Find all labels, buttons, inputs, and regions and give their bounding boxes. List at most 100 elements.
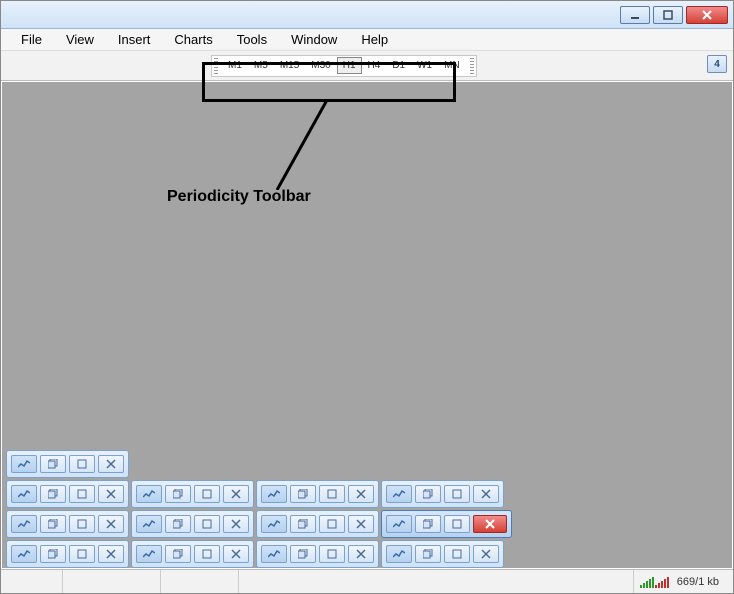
child-window[interactable] xyxy=(381,480,504,508)
toolbar-grip-icon[interactable] xyxy=(214,58,218,74)
toolbar-row: M1 M5 M15 M30 H1 H4 D1 W1 MN 4 xyxy=(1,51,733,81)
child-window[interactable] xyxy=(256,480,379,508)
child-window[interactable] xyxy=(6,540,129,568)
child-maximize-button[interactable] xyxy=(69,515,95,533)
child-window[interactable] xyxy=(6,450,129,478)
child-maximize-button[interactable] xyxy=(444,545,470,563)
child-restore-button[interactable] xyxy=(165,545,191,563)
annotation-arrow-icon xyxy=(267,100,347,190)
child-close-button[interactable] xyxy=(348,515,374,533)
chart-icon xyxy=(386,515,412,533)
chart-icon xyxy=(11,545,37,563)
child-maximize-button[interactable] xyxy=(69,545,95,563)
indicator-button[interactable]: 4 xyxy=(707,55,727,73)
timeframe-m1-button[interactable]: M1 xyxy=(222,57,248,74)
chart-icon xyxy=(11,485,37,503)
periodicity-toolbar: M1 M5 M15 M30 H1 H4 D1 W1 MN xyxy=(211,55,477,77)
timeframe-w1-button[interactable]: W1 xyxy=(411,57,438,74)
child-restore-button[interactable] xyxy=(415,515,441,533)
child-restore-button[interactable] xyxy=(165,515,191,533)
child-restore-button[interactable] xyxy=(415,545,441,563)
timeframe-d1-button[interactable]: D1 xyxy=(386,57,411,74)
chart-icon xyxy=(386,545,412,563)
timeframe-m5-button[interactable]: M5 xyxy=(248,57,274,74)
child-close-button[interactable] xyxy=(348,545,374,563)
menu-help[interactable]: Help xyxy=(351,30,398,49)
child-window[interactable] xyxy=(131,480,254,508)
statusbar: 669/1 kb xyxy=(1,569,733,593)
child-close-button[interactable] xyxy=(98,545,124,563)
window-maximize-button[interactable] xyxy=(653,6,683,24)
child-window[interactable] xyxy=(256,540,379,568)
child-window[interactable] xyxy=(6,510,129,538)
child-maximize-button[interactable] xyxy=(69,455,95,473)
annotation-label: Periodicity Toolbar xyxy=(167,188,311,206)
child-window[interactable] xyxy=(131,510,254,538)
signal-bars-icon xyxy=(640,576,669,588)
status-cell xyxy=(1,570,63,593)
child-window[interactable] xyxy=(6,480,129,508)
child-close-button[interactable] xyxy=(98,485,124,503)
toolbar-grip-icon[interactable] xyxy=(470,58,474,74)
status-cell xyxy=(161,570,239,593)
timeframe-h4-button[interactable]: H4 xyxy=(362,57,387,74)
child-window[interactable] xyxy=(381,540,504,568)
menu-insert[interactable]: Insert xyxy=(108,30,161,49)
child-restore-button[interactable] xyxy=(40,515,66,533)
child-close-button[interactable] xyxy=(223,485,249,503)
child-maximize-button[interactable] xyxy=(69,485,95,503)
menu-tools[interactable]: Tools xyxy=(227,30,277,49)
child-maximize-button[interactable] xyxy=(319,485,345,503)
child-close-button[interactable] xyxy=(223,515,249,533)
timeframe-mn-button[interactable]: MN xyxy=(438,57,466,74)
child-close-button[interactable] xyxy=(223,545,249,563)
child-maximize-button[interactable] xyxy=(444,485,470,503)
child-maximize-button[interactable] xyxy=(319,545,345,563)
child-restore-button[interactable] xyxy=(290,545,316,563)
chart-icon xyxy=(136,545,162,563)
child-window[interactable] xyxy=(131,540,254,568)
minimized-windows-area xyxy=(6,448,728,568)
child-close-button[interactable] xyxy=(473,485,499,503)
chart-icon xyxy=(11,515,37,533)
child-close-button[interactable] xyxy=(348,485,374,503)
child-maximize-button[interactable] xyxy=(194,485,220,503)
menu-file[interactable]: File xyxy=(11,30,52,49)
menu-window[interactable]: Window xyxy=(281,30,347,49)
window-close-button[interactable] xyxy=(686,6,728,24)
chart-icon xyxy=(11,455,37,473)
child-maximize-button[interactable] xyxy=(194,515,220,533)
status-traffic: 669/1 kb xyxy=(671,576,733,588)
child-restore-button[interactable] xyxy=(40,485,66,503)
child-restore-button[interactable] xyxy=(290,485,316,503)
child-restore-button[interactable] xyxy=(40,545,66,563)
child-close-button[interactable] xyxy=(98,515,124,533)
child-close-button[interactable] xyxy=(473,515,507,533)
child-restore-button[interactable] xyxy=(290,515,316,533)
child-close-button[interactable] xyxy=(473,545,499,563)
window-titlebar xyxy=(1,1,733,29)
menubar: File View Insert Charts Tools Window Hel… xyxy=(1,29,733,51)
connection-indicator xyxy=(634,570,671,593)
chart-icon xyxy=(136,515,162,533)
child-close-button[interactable] xyxy=(98,455,124,473)
child-restore-button[interactable] xyxy=(165,485,191,503)
chart-icon xyxy=(136,485,162,503)
child-window[interactable] xyxy=(256,510,379,538)
timeframe-h1-button[interactable]: H1 xyxy=(337,57,362,74)
window-minimize-button[interactable] xyxy=(620,6,650,24)
status-cell xyxy=(239,570,634,593)
child-window-active[interactable] xyxy=(381,510,512,538)
child-maximize-button[interactable] xyxy=(319,515,345,533)
child-maximize-button[interactable] xyxy=(444,515,470,533)
chart-icon xyxy=(261,545,287,563)
chart-icon xyxy=(261,485,287,503)
timeframe-m30-button[interactable]: M30 xyxy=(305,57,336,74)
menu-view[interactable]: View xyxy=(56,30,104,49)
child-restore-button[interactable] xyxy=(415,485,441,503)
timeframe-m15-button[interactable]: M15 xyxy=(274,57,305,74)
chart-icon xyxy=(261,515,287,533)
child-restore-button[interactable] xyxy=(40,455,66,473)
menu-charts[interactable]: Charts xyxy=(164,30,222,49)
child-maximize-button[interactable] xyxy=(194,545,220,563)
